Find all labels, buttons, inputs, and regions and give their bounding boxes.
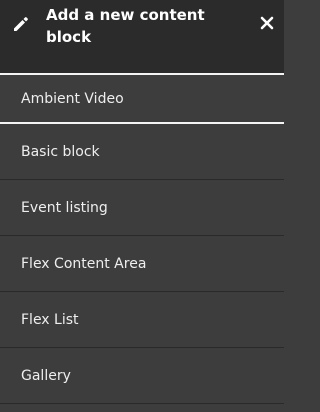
list-item-label: Ambient Video: [21, 90, 124, 107]
list-item-gallery[interactable]: Gallery: [0, 348, 284, 404]
close-icon[interactable]: [258, 14, 276, 32]
pencil-icon: [14, 17, 28, 31]
list-item-label: Flex Content Area: [21, 255, 147, 272]
list-item-event-listing[interactable]: Event listing: [0, 180, 284, 236]
dialog-header: Add a new content block: [0, 0, 284, 73]
list-item-ambient-video[interactable]: Ambient Video: [0, 75, 284, 124]
list-item-flex-list[interactable]: Flex List: [0, 292, 284, 348]
dialog-title: Add a new content block: [46, 6, 205, 46]
list-item-label: Gallery: [21, 367, 71, 384]
list-item-flex-content-area[interactable]: Flex Content Area: [0, 236, 284, 292]
list-item-label: Event listing: [21, 199, 108, 216]
list-item-label: Basic block: [21, 143, 100, 160]
list-item-basic-block[interactable]: Basic block: [0, 124, 284, 180]
content-block-list: Ambient Video Basic block Event listing …: [0, 75, 284, 404]
list-item-label: Flex List: [21, 311, 79, 328]
